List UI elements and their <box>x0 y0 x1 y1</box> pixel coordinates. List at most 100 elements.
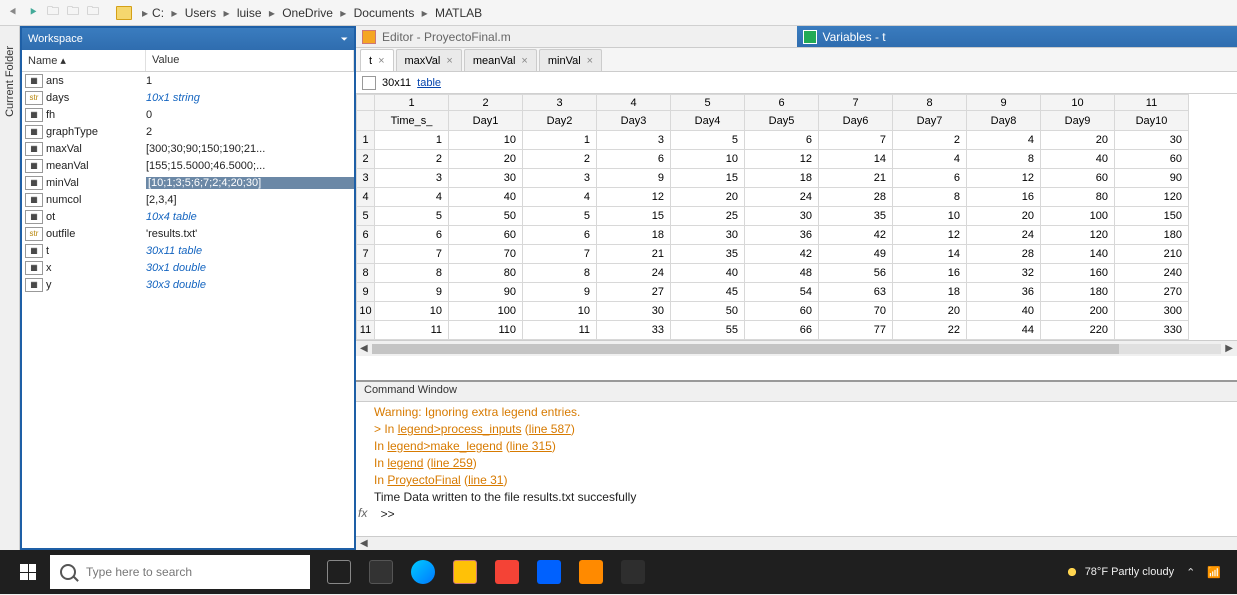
grid-cell[interactable]: 30 <box>449 169 523 188</box>
taskbar-app-7[interactable] <box>612 550 654 594</box>
grid-cell[interactable]: 30 <box>1115 131 1189 150</box>
grid-cell[interactable]: 150 <box>1115 207 1189 226</box>
grid-col-num[interactable]: 6 <box>745 95 819 111</box>
workspace-row[interactable]: ▦graphType2 <box>22 123 354 140</box>
taskbar-app-4[interactable] <box>486 550 528 594</box>
grid-cell[interactable]: 24 <box>967 226 1041 245</box>
editor-titlebar[interactable]: Editor - ProyectoFinal.m <box>356 26 797 47</box>
grid-row-num[interactable]: 6 <box>357 226 375 245</box>
workspace-row[interactable]: stroutfile'results.txt' <box>22 225 354 242</box>
grid-cell[interactable]: 20 <box>893 302 967 321</box>
grid-cell[interactable]: 160 <box>1041 264 1115 283</box>
grid-row-num[interactable]: 2 <box>357 150 375 169</box>
workspace-row[interactable]: ▦ans1 <box>22 72 354 89</box>
grid-cell[interactable]: 40 <box>671 264 745 283</box>
grid-cell[interactable]: 18 <box>597 226 671 245</box>
grid-cell[interactable]: 7 <box>819 131 893 150</box>
grid-cell[interactable]: 4 <box>375 188 449 207</box>
task-view-button[interactable] <box>318 550 360 594</box>
grid-row-num[interactable]: 11 <box>357 321 375 340</box>
grid-cell[interactable]: 5 <box>671 131 745 150</box>
grid-cell[interactable]: 9 <box>597 169 671 188</box>
grid-cell[interactable]: 45 <box>671 283 745 302</box>
grid-col-num[interactable]: 1 <box>375 95 449 111</box>
grid-cell[interactable]: 210 <box>1115 245 1189 264</box>
grid-cell[interactable]: 21 <box>597 245 671 264</box>
workspace-header[interactable]: Workspace ⏷ <box>22 28 354 50</box>
command-body[interactable]: fx Warning: Ignoring extra legend entrie… <box>356 402 1237 536</box>
grid-cell[interactable]: 42 <box>819 226 893 245</box>
grid-cell[interactable]: 12 <box>597 188 671 207</box>
grid-col-name[interactable]: Day8 <box>967 111 1041 131</box>
workspace-row[interactable]: ▦ot10x4 table <box>22 208 354 225</box>
grid-cell[interactable]: 5 <box>375 207 449 226</box>
fx-icon[interactable]: fx <box>358 505 367 522</box>
grid-col-num[interactable]: 2 <box>449 95 523 111</box>
grid-cell[interactable]: 6 <box>523 226 597 245</box>
grid-cell[interactable]: 40 <box>449 188 523 207</box>
grid-cell[interactable]: 20 <box>449 150 523 169</box>
grid-cell[interactable]: 110 <box>449 321 523 340</box>
variable-tab[interactable]: minVal× <box>539 49 602 71</box>
grid-cell[interactable]: 1 <box>523 131 597 150</box>
grid-cell[interactable]: 30 <box>745 207 819 226</box>
tab-close-icon[interactable]: × <box>521 55 527 67</box>
grid-cell[interactable]: 8 <box>375 264 449 283</box>
grid-cell[interactable]: 10 <box>671 150 745 169</box>
grid-cell[interactable]: 16 <box>967 188 1041 207</box>
grid-cell[interactable]: 40 <box>967 302 1041 321</box>
grid-col-num[interactable]: 8 <box>893 95 967 111</box>
breadcrumb-item[interactable]: Documents <box>354 6 415 20</box>
breadcrumb[interactable]: ▸C: ▸ Users ▸ luise ▸ OneDrive ▸ Documen… <box>138 6 482 20</box>
grid-cell[interactable]: 50 <box>671 302 745 321</box>
grid-col-num[interactable]: 5 <box>671 95 745 111</box>
grid-cell[interactable]: 270 <box>1115 283 1189 302</box>
grid-row-num[interactable]: 10 <box>357 302 375 321</box>
grid-cell[interactable]: 10 <box>523 302 597 321</box>
grid-col-name[interactable]: Day10 <box>1115 111 1189 131</box>
tab-close-icon[interactable]: × <box>446 55 452 67</box>
grid-cell[interactable]: 35 <box>671 245 745 264</box>
workspace-row[interactable]: ▦fh0 <box>22 106 354 123</box>
grid-cell[interactable]: 3 <box>597 131 671 150</box>
workspace-row[interactable]: ▦minVal[10;1;3;5;6;7;2;4;20;30] <box>22 174 354 191</box>
grid-cell[interactable]: 18 <box>745 169 819 188</box>
tab-close-icon[interactable]: × <box>378 55 384 67</box>
grid-col-name[interactable]: Day9 <box>1041 111 1115 131</box>
grid-cell[interactable]: 50 <box>449 207 523 226</box>
grid-cell[interactable]: 1 <box>375 131 449 150</box>
grid-cell[interactable]: 6 <box>375 226 449 245</box>
grid-cell[interactable]: 8 <box>967 150 1041 169</box>
grid-cell[interactable]: 180 <box>1041 283 1115 302</box>
grid-cell[interactable]: 20 <box>967 207 1041 226</box>
grid-cell[interactable]: 36 <box>967 283 1041 302</box>
grid-col-name[interactable]: Day4 <box>671 111 745 131</box>
ws-col-value[interactable]: Value <box>146 50 354 71</box>
grid-cell[interactable]: 6 <box>745 131 819 150</box>
grid-cell[interactable]: 24 <box>745 188 819 207</box>
grid-cell[interactable]: 15 <box>671 169 745 188</box>
grid-cell[interactable]: 90 <box>449 283 523 302</box>
grid-cell[interactable]: 30 <box>671 226 745 245</box>
grid-cell[interactable]: 60 <box>1041 169 1115 188</box>
grid-col-num[interactable]: 3 <box>523 95 597 111</box>
grid-col-name[interactable]: Day7 <box>893 111 967 131</box>
table-type-link[interactable]: table <box>417 77 441 89</box>
tray-wifi-icon[interactable]: 📶 <box>1207 566 1221 579</box>
grid-cell[interactable]: 2 <box>523 150 597 169</box>
grid-cell[interactable]: 40 <box>1041 150 1115 169</box>
grid-cell[interactable]: 42 <box>745 245 819 264</box>
grid-cell[interactable]: 30 <box>597 302 671 321</box>
grid-cell[interactable]: 220 <box>1041 321 1115 340</box>
grid-cell[interactable]: 120 <box>1115 188 1189 207</box>
grid-cell[interactable]: 6 <box>893 169 967 188</box>
grid-cell[interactable]: 2 <box>375 150 449 169</box>
grid-col-name[interactable]: Day2 <box>523 111 597 131</box>
grid-cell[interactable]: 8 <box>893 188 967 207</box>
taskbar-app-2[interactable] <box>402 550 444 594</box>
grid-cell[interactable]: 10 <box>375 302 449 321</box>
grid-cell[interactable]: 300 <box>1115 302 1189 321</box>
grid-cell[interactable]: 28 <box>819 188 893 207</box>
data-grid[interactable]: 1234567891011Time_s_Day1Day2Day3Day4Day5… <box>356 94 1189 340</box>
scroll-right-icon[interactable]: ▶ <box>1225 343 1233 354</box>
